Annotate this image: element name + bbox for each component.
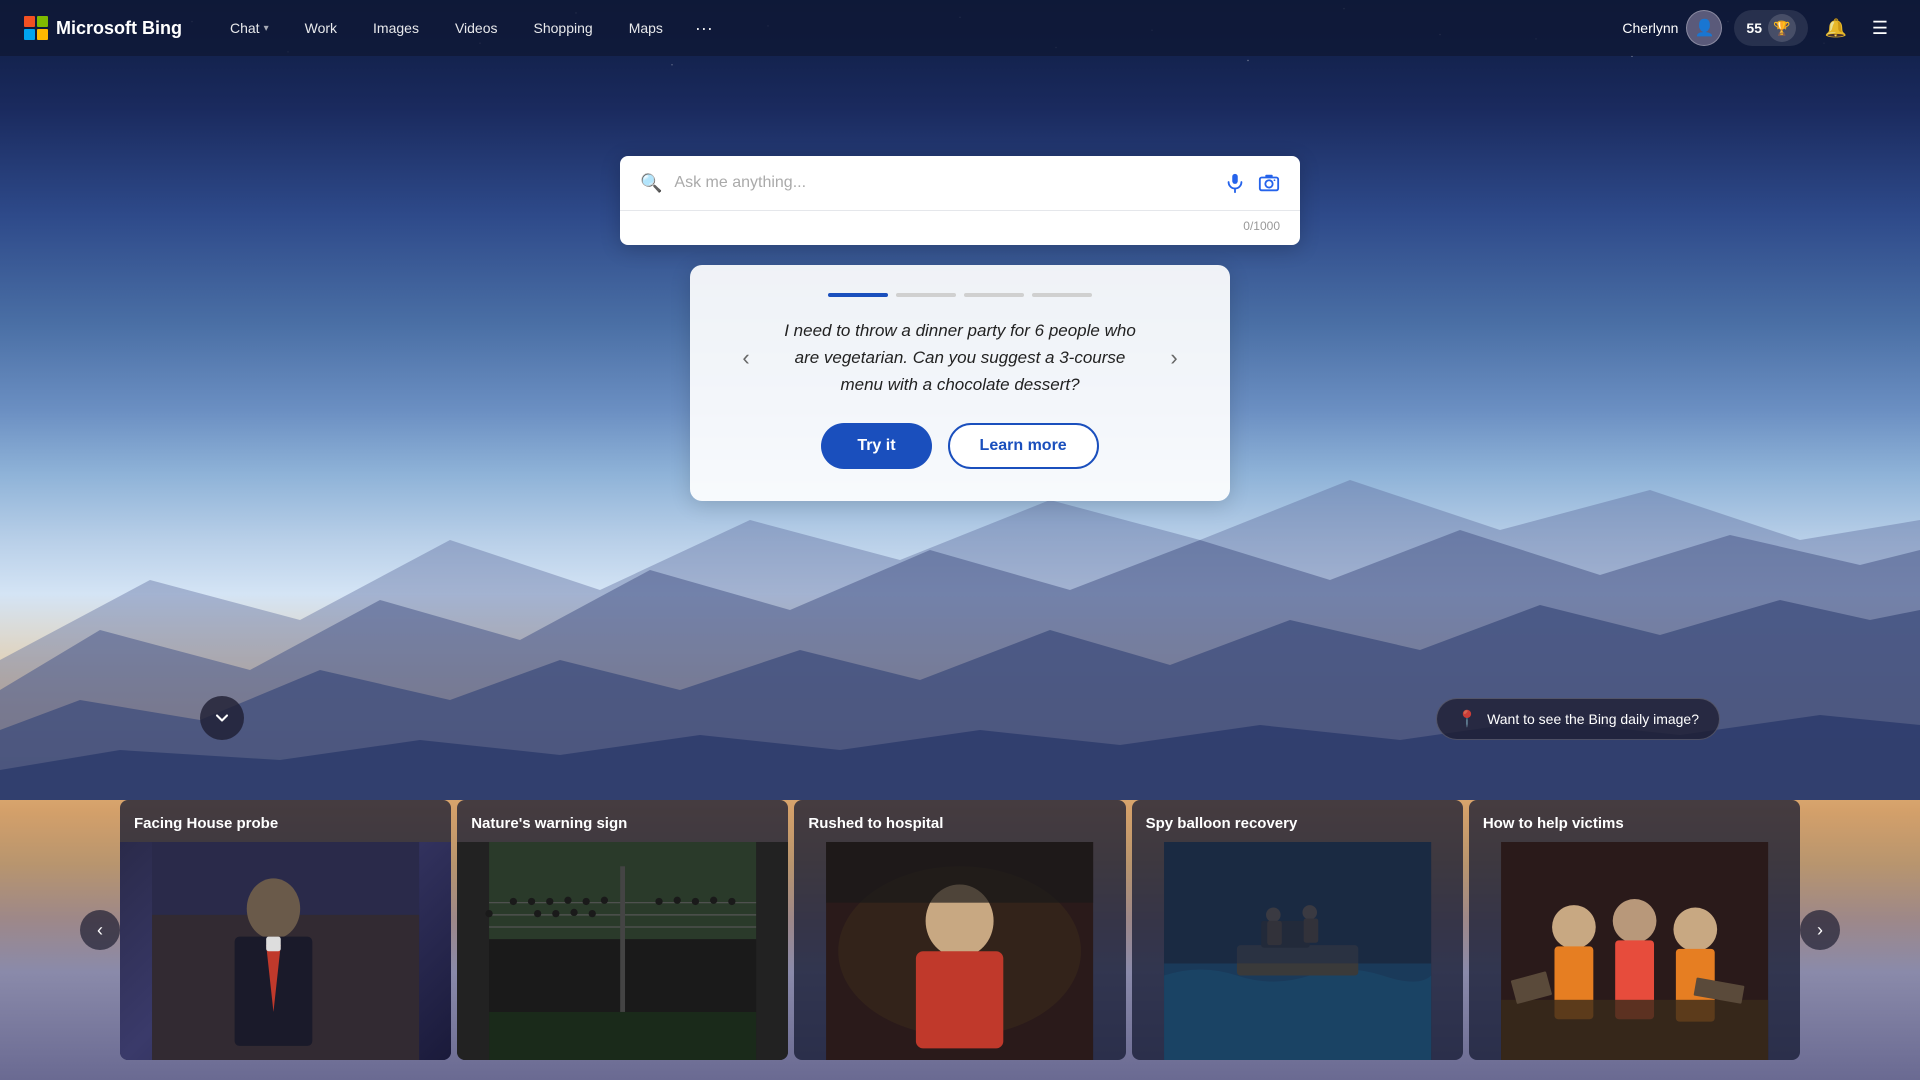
user-avatar: 👤: [1686, 10, 1722, 46]
news-title-1: Facing House probe: [120, 800, 451, 842]
news-title-3: Rushed to hospital: [794, 800, 1125, 842]
trophy-icon: 🏆: [1768, 14, 1796, 42]
search-actions: [1224, 172, 1280, 194]
search-container: 🔍: [620, 156, 1300, 245]
location-icon: 📍: [1457, 709, 1477, 729]
hamburger-menu[interactable]: ☰: [1864, 12, 1896, 44]
logo-sq-red: [24, 16, 35, 27]
search-icon: 🔍: [640, 173, 662, 194]
carousel-prev-button[interactable]: ‹: [80, 910, 120, 950]
suggestion-nav: ‹ I need to throw a dinner party for 6 p…: [730, 317, 1190, 399]
news-carousel: ‹ Facing House probe: [0, 780, 1920, 1080]
points-text: 55: [1746, 20, 1762, 36]
dot-1: [828, 293, 888, 297]
news-title-2: Nature's warning sign: [457, 800, 788, 842]
nav-right: Cherlynn 👤 55 🏆 🔔 ☰: [1622, 10, 1896, 46]
carousel-next-button[interactable]: ›: [1800, 910, 1840, 950]
news-card-5[interactable]: How to help victims: [1469, 800, 1800, 1060]
logo-text: Microsoft Bing: [56, 18, 182, 39]
dot-2: [896, 293, 956, 297]
chat-chevron: ▾: [264, 23, 269, 34]
suggestion-buttons: Try it Learn more: [821, 423, 1098, 469]
daily-image-button[interactable]: 📍 Want to see the Bing daily image?: [1436, 698, 1720, 740]
search-box: 🔍: [620, 156, 1300, 210]
dot-4: [1032, 293, 1092, 297]
news-image-2: [457, 842, 788, 1061]
news-image-4: [1132, 842, 1463, 1061]
search-counter: 0/1000: [620, 211, 1300, 245]
news-image-5: [1469, 842, 1800, 1061]
notification-bell[interactable]: 🔔: [1820, 12, 1852, 44]
news-title-4: Spy balloon recovery: [1132, 800, 1463, 842]
nav-images[interactable]: Images: [357, 12, 435, 44]
news-card-4[interactable]: Spy balloon recovery: [1132, 800, 1463, 1060]
logo-sq-green: [37, 16, 48, 27]
mic-button[interactable]: [1224, 172, 1246, 194]
nav-videos[interactable]: Videos: [439, 12, 514, 44]
user-name: Cherlynn: [1622, 20, 1678, 36]
nav-work[interactable]: Work: [289, 12, 353, 44]
progress-dots: [828, 293, 1092, 297]
scroll-down-button[interactable]: [200, 696, 244, 740]
nav-chat[interactable]: Chat ▾: [214, 12, 285, 44]
news-items: Facing House probe: [120, 800, 1800, 1060]
nav-links: Chat ▾ Work Images Videos Shopping Maps …: [214, 10, 1622, 47]
logo-sq-yellow: [37, 29, 48, 40]
nav-shopping[interactable]: Shopping: [518, 12, 609, 44]
daily-image-label: Want to see the Bing daily image?: [1487, 711, 1699, 727]
navbar: Microsoft Bing Chat ▾ Work Images Videos…: [0, 0, 1920, 56]
camera-button[interactable]: [1258, 172, 1280, 194]
news-title-5: How to help victims: [1469, 800, 1800, 842]
search-input[interactable]: [674, 174, 1224, 192]
news-image-3: [794, 842, 1125, 1061]
next-suggestion-button[interactable]: ›: [1158, 342, 1190, 374]
suggestion-card: ‹ I need to throw a dinner party for 6 p…: [690, 265, 1230, 501]
user-area[interactable]: Cherlynn 👤: [1622, 10, 1722, 46]
dot-3: [964, 293, 1024, 297]
news-image-1: [120, 842, 451, 1061]
logo-sq-blue: [24, 29, 35, 40]
news-card-2[interactable]: Nature's warning sign: [457, 800, 788, 1060]
suggestion-text: I need to throw a dinner party for 6 peo…: [778, 317, 1142, 399]
news-card-3[interactable]: Rushed to hospital: [794, 800, 1125, 1060]
try-it-button[interactable]: Try it: [821, 423, 931, 469]
learn-more-button[interactable]: Learn more: [948, 423, 1099, 469]
prev-suggestion-button[interactable]: ‹: [730, 342, 762, 374]
nav-more[interactable]: ···: [683, 10, 725, 47]
points-badge[interactable]: 55 🏆: [1734, 10, 1808, 46]
microsoft-logo: [24, 16, 48, 40]
nav-maps[interactable]: Maps: [613, 12, 679, 44]
logo-area[interactable]: Microsoft Bing: [24, 16, 182, 40]
news-card-1[interactable]: Facing House probe: [120, 800, 451, 1060]
